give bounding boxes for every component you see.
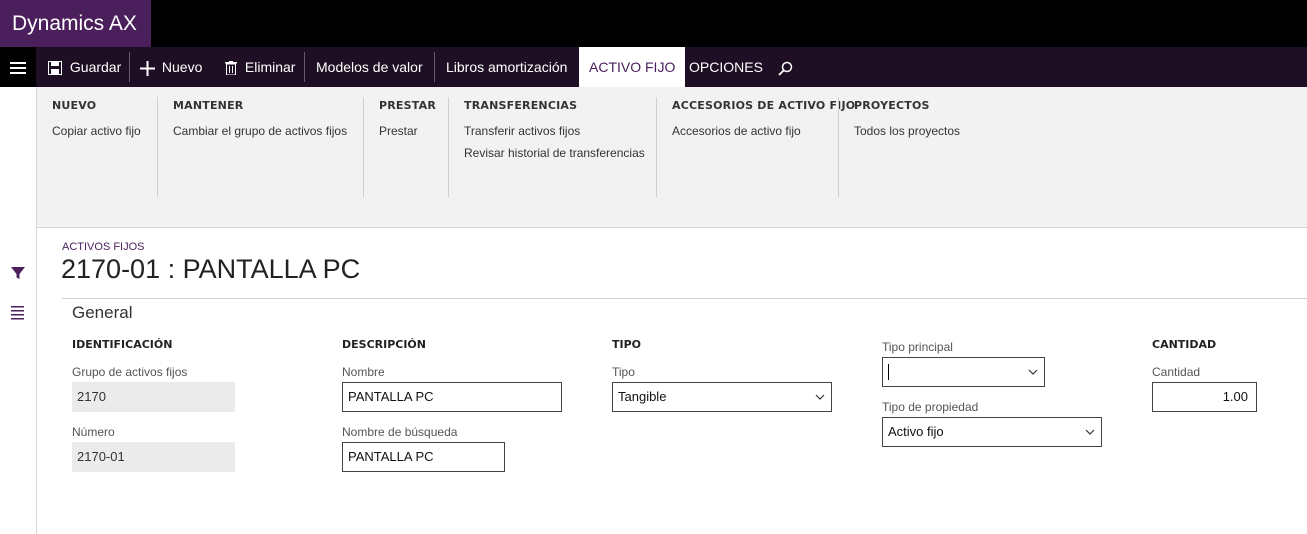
group-header-tipo: TIPO bbox=[612, 338, 642, 351]
search-icon bbox=[778, 61, 793, 76]
group-header-cantidad: CANTIDAD bbox=[1152, 338, 1217, 351]
property-type-dropdown-value: Activo fijo bbox=[888, 424, 944, 439]
all-projects-button[interactable]: Todos los proyectos bbox=[854, 124, 960, 138]
separator bbox=[363, 97, 364, 197]
tab-activo-fijo[interactable]: ACTIVO FIJO bbox=[579, 47, 686, 87]
ribbon-group-header: PROYECTOS bbox=[854, 99, 930, 112]
trash-icon bbox=[225, 61, 237, 76]
delete-button[interactable]: Eliminar bbox=[225, 47, 295, 87]
separator bbox=[129, 52, 130, 82]
depreciation-books-button[interactable]: Libros amortización bbox=[446, 47, 567, 87]
ribbon-group-accesorios: ACCESORIOS DE ACTIVO FIJO Accesorios de … bbox=[672, 99, 855, 146]
top-bar: Dynamics AX bbox=[0, 0, 1307, 47]
ribbon-group-header: MANTENER bbox=[173, 99, 244, 112]
value-models-button[interactable]: Modelos de valor bbox=[316, 47, 423, 87]
hamburger-menu-button[interactable] bbox=[0, 47, 36, 87]
separator bbox=[157, 97, 158, 197]
filter-icon bbox=[11, 267, 25, 279]
property-type-dropdown[interactable]: Activo fijo bbox=[882, 417, 1102, 447]
group-header-descripcion: DESCRIPCIÓN bbox=[342, 338, 426, 351]
ribbon: NUEVO Copiar activo fijo MANTENER Cambia… bbox=[37, 87, 1307, 228]
number-field[interactable]: 2170-01 bbox=[72, 442, 235, 472]
transfer-history-button[interactable]: Revisar historial de transferencias bbox=[464, 146, 645, 160]
type-dropdown-value: Tangible bbox=[618, 389, 667, 404]
main-type-label: Tipo principal bbox=[882, 340, 953, 354]
type-label: Tipo bbox=[612, 365, 635, 379]
tab-opciones[interactable]: OPCIONES bbox=[689, 47, 763, 87]
list-icon bbox=[11, 306, 24, 320]
name-label: Nombre bbox=[342, 365, 385, 379]
ribbon-group-header: PRESTAR bbox=[379, 99, 437, 112]
fasttab-general-header[interactable]: General bbox=[72, 303, 132, 323]
separator bbox=[656, 97, 657, 197]
filter-button[interactable] bbox=[8, 263, 28, 283]
property-type-label: Tipo de propiedad bbox=[882, 400, 979, 414]
search-name-label: Nombre de búsqueda bbox=[342, 425, 458, 439]
separator bbox=[838, 97, 839, 197]
asset-group-label: Grupo de activos fijos bbox=[72, 365, 188, 379]
plus-icon bbox=[140, 60, 155, 76]
main-type-dropdown[interactable] bbox=[882, 357, 1045, 387]
ribbon-group-nuevo: NUEVO Copiar activo fijo bbox=[52, 99, 141, 146]
left-rail bbox=[0, 87, 37, 534]
asset-group-field[interactable]: 2170 bbox=[72, 382, 235, 412]
chevron-down-icon bbox=[1085, 429, 1095, 435]
copy-asset-button[interactable]: Copiar activo fijo bbox=[52, 124, 141, 138]
hamburger-icon bbox=[10, 62, 26, 75]
search-button[interactable] bbox=[778, 47, 793, 87]
list-button[interactable] bbox=[8, 302, 28, 322]
ribbon-group-prestar: PRESTAR Prestar bbox=[379, 99, 436, 146]
change-asset-group-button[interactable]: Cambiar el grupo de activos fijos bbox=[173, 124, 347, 138]
app-title[interactable]: Dynamics AX bbox=[0, 0, 151, 47]
divider bbox=[62, 298, 1307, 299]
ribbon-group-transferencias: TRANSFERENCIAS Transferir activos fijos … bbox=[464, 99, 645, 168]
ribbon-group-header: ACCESORIOS DE ACTIVO FIJO bbox=[672, 99, 856, 112]
separator bbox=[434, 52, 435, 82]
delete-label: Eliminar bbox=[244, 59, 296, 75]
page-title: 2170-01 : PANTALLA PC bbox=[61, 254, 361, 284]
new-label: Nuevo bbox=[161, 59, 203, 75]
chevron-down-icon bbox=[815, 394, 825, 400]
new-button[interactable]: Nuevo bbox=[140, 47, 202, 87]
text-caret bbox=[888, 364, 889, 380]
name-field[interactable]: PANTALLA PC bbox=[342, 382, 562, 412]
action-pane: Guardar Nuevo Eliminar Modelos de valor … bbox=[0, 47, 1307, 87]
quantity-field[interactable]: 1.00 bbox=[1152, 382, 1257, 412]
type-dropdown[interactable]: Tangible bbox=[612, 382, 832, 412]
breadcrumb[interactable]: ACTIVOS FIJOS bbox=[62, 241, 145, 253]
lend-button[interactable]: Prestar bbox=[379, 124, 436, 138]
save-label: Guardar bbox=[69, 59, 122, 75]
ribbon-group-proyectos: PROYECTOS Todos los proyectos bbox=[854, 99, 960, 146]
search-name-field[interactable]: PANTALLA PC bbox=[342, 442, 505, 472]
number-label: Número bbox=[72, 425, 115, 439]
ribbon-group-mantener: MANTENER Cambiar el grupo de activos fij… bbox=[173, 99, 347, 146]
asset-accessories-button[interactable]: Accesorios de activo fijo bbox=[672, 124, 855, 138]
chevron-down-icon bbox=[1028, 369, 1038, 375]
group-header-identificacion: IDENTIFICACIÓN bbox=[72, 338, 173, 351]
quantity-label: Cantidad bbox=[1152, 365, 1201, 379]
transfer-assets-button[interactable]: Transferir activos fijos bbox=[464, 124, 645, 138]
save-icon bbox=[48, 61, 62, 76]
ribbon-group-header: NUEVO bbox=[52, 99, 97, 112]
save-button[interactable]: Guardar bbox=[48, 47, 121, 87]
separator bbox=[304, 52, 305, 82]
separator bbox=[448, 97, 449, 197]
ribbon-group-header: TRANSFERENCIAS bbox=[464, 99, 578, 112]
